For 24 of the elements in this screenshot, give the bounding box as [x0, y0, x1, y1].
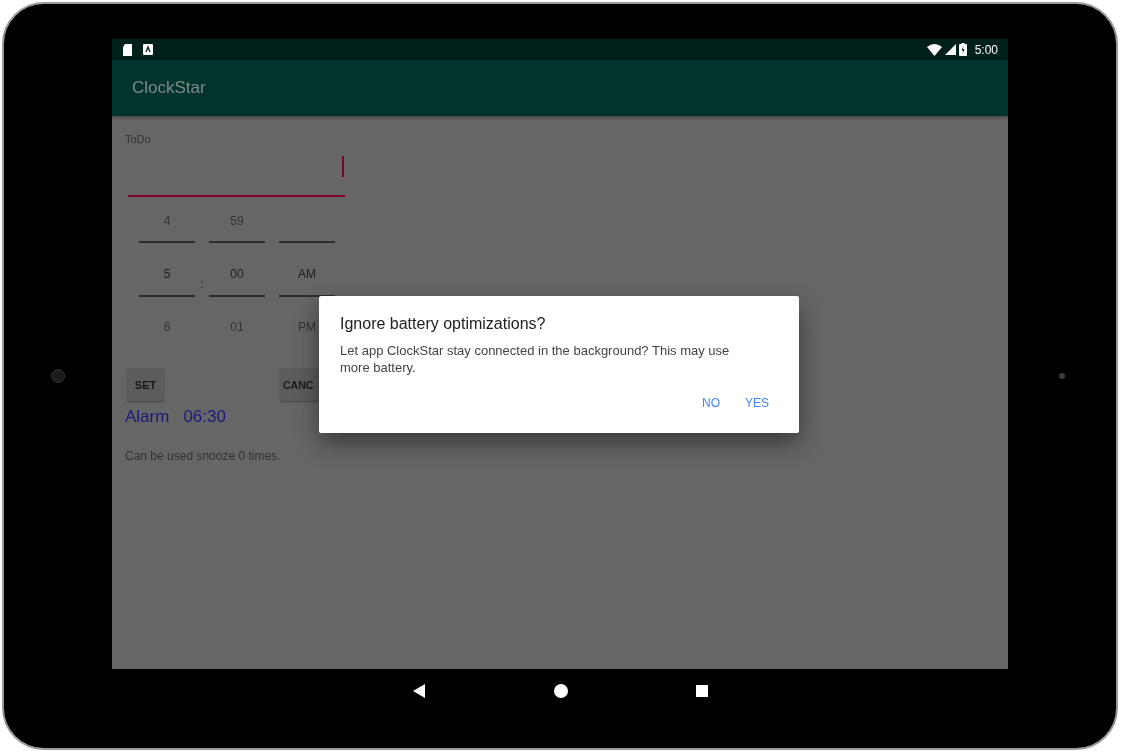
no-button[interactable]: NO	[691, 390, 731, 416]
dialog-message: Let app ClockStar stay connected in the background? This may use more battery.	[340, 342, 731, 376]
picker-selected-value[interactable]: 5	[163, 267, 171, 281]
picker-selected-value[interactable]: AM	[298, 267, 316, 281]
notification-icon	[143, 44, 153, 55]
back-icon[interactable]	[412, 683, 426, 698]
recents-icon[interactable]	[696, 684, 708, 697]
sensor-icon	[1059, 373, 1065, 379]
sd-card-icon	[122, 43, 133, 56]
alarm-label: Alarm	[125, 407, 170, 427]
time-separator: :	[199, 276, 205, 293]
battery-icon	[958, 43, 967, 56]
alarm-time: 06:30	[183, 407, 226, 427]
signal-icon	[944, 44, 956, 55]
picker-selected-value[interactable]: 00	[230, 267, 244, 281]
app-title: ClockStar	[132, 78, 206, 98]
set-button[interactable]: SET	[127, 368, 164, 401]
status-time: 5:00	[974, 42, 998, 57]
wifi-icon	[926, 43, 942, 56]
camera-icon	[51, 369, 65, 383]
home-icon[interactable]	[554, 683, 568, 698]
yes-button[interactable]: YES	[737, 390, 777, 416]
cancel-button[interactable]: CANC	[280, 368, 319, 401]
dialog-title: Ignore battery optimizations?	[340, 315, 547, 333]
